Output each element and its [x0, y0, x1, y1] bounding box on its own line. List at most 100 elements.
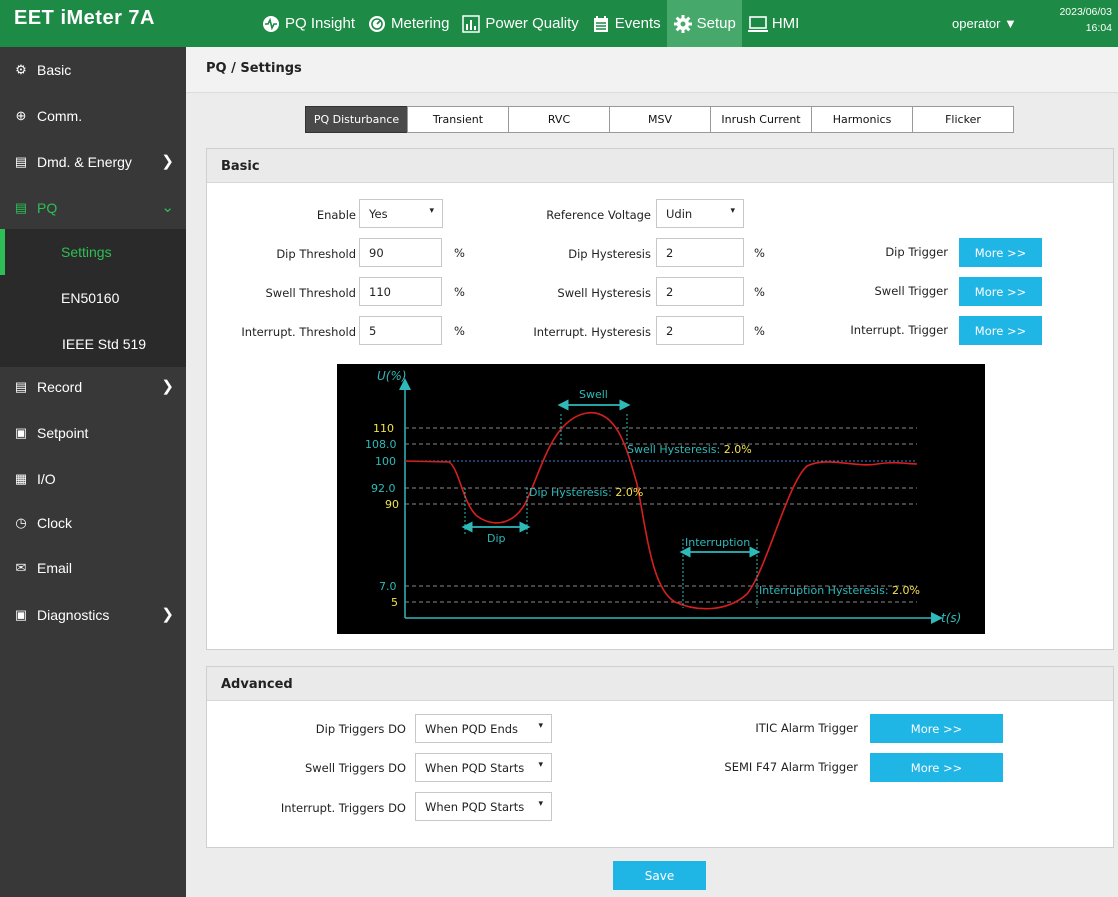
- enable-value: Yes: [369, 207, 388, 221]
- enable-select[interactable]: Yes ▾: [359, 199, 443, 228]
- tab-transient[interactable]: Transient: [407, 106, 509, 133]
- nav-label: Setup: [696, 15, 736, 32]
- nav-hmi[interactable]: HMI: [742, 0, 806, 47]
- swell-threshold-input[interactable]: 110: [359, 277, 442, 306]
- dip-threshold-input[interactable]: 90: [359, 238, 442, 267]
- sidebar-item-comm[interactable]: ⊕ Comm.: [0, 93, 186, 139]
- nav-label: Events: [614, 15, 661, 32]
- chevron-right-icon: ❯: [161, 606, 174, 623]
- chevron-right-icon: ❯: [161, 378, 174, 395]
- reference-voltage-value: Udin: [666, 207, 693, 221]
- sidebar-item-basic[interactable]: ⚙ Basic: [0, 47, 186, 93]
- sidebar-item-label: Email: [37, 560, 73, 576]
- interrupt-hysteresis-input[interactable]: 2: [656, 316, 744, 345]
- dip-hysteresis-input[interactable]: 2: [656, 238, 744, 267]
- tab-inrush-current[interactable]: Inrush Current: [710, 106, 812, 133]
- tab-pq-disturbance[interactable]: PQ Disturbance: [305, 106, 408, 133]
- swell-threshold-unit: %: [454, 285, 465, 299]
- dip-hysteresis-unit: %: [754, 246, 765, 260]
- sidebar-item-pq[interactable]: ▤ PQ ⌄: [0, 185, 186, 231]
- sidebar-subitem-label: IEEE Std 519: [62, 336, 147, 352]
- advanced-panel: Advanced Dip Triggers DO When PQD Ends ▾…: [206, 666, 1114, 848]
- interrupt-trigger-label: Interrupt. Trigger: [850, 323, 948, 337]
- interrupt-hysteresis-unit: %: [754, 324, 765, 338]
- pq-insight-icon: [261, 14, 281, 34]
- dip-label: Dip: [487, 532, 506, 545]
- interrupt-trigger-more-button[interactable]: More >>: [959, 316, 1042, 345]
- basic-icon: ⚙: [15, 62, 27, 77]
- dip-triggers-do-label: Dip Triggers DO: [315, 722, 406, 736]
- nav-label: HMI: [771, 15, 800, 32]
- interrupt-triggers-do-select[interactable]: When PQD Starts ▾: [415, 792, 552, 821]
- user-menu[interactable]: operator ▼: [952, 16, 1017, 31]
- energy-icon: ▤: [14, 154, 28, 169]
- interruption-label: Interruption: [685, 536, 750, 549]
- nav-label: PQ Insight: [285, 15, 356, 32]
- power-quality-icon: [461, 14, 481, 34]
- sidebar-item-setpoint[interactable]: ▣ Setpoint: [0, 410, 186, 456]
- sidebar-item-dmd-energy[interactable]: ▤ Dmd. & Energy ❯: [0, 139, 186, 185]
- nav-power-quality[interactable]: Power Quality: [455, 0, 584, 47]
- caret-down-icon: ▾: [538, 799, 543, 809]
- sidebar: ⚙ Basic ⊕ Comm. ▤ Dmd. & Energy ❯ ▤ PQ ⌄…: [0, 47, 186, 897]
- swell-trigger-label: Swell Trigger: [874, 284, 949, 298]
- level-5: 5: [391, 596, 398, 609]
- dip-hysteresis-label: Dip Hysteresis: [568, 247, 651, 261]
- sidebar-item-io[interactable]: ▦ I/O: [0, 456, 186, 502]
- nav-label: Power Quality: [485, 15, 579, 32]
- metering-icon: [367, 14, 387, 34]
- tab-bar: PQ Disturbance Transient RVC MSV Inrush …: [305, 106, 1014, 133]
- caret-down-icon: ▾: [538, 721, 543, 731]
- swell-trigger-more-button[interactable]: More >>: [959, 277, 1042, 306]
- swell-threshold-label: Swell Threshold: [265, 286, 356, 300]
- globe-icon: ⊕: [15, 108, 27, 123]
- swell-triggers-do-value: When PQD Starts: [425, 761, 525, 775]
- itic-alarm-more-button[interactable]: More >>: [870, 714, 1003, 743]
- tab-harmonics[interactable]: Harmonics: [811, 106, 913, 133]
- clock-icon: ◷: [15, 515, 27, 530]
- dip-hysteresis-text: Dip Hysteresis: 2.0%: [529, 486, 643, 499]
- tab-msv[interactable]: MSV: [609, 106, 711, 133]
- sidebar-subitem-en50160[interactable]: EN50160: [0, 275, 186, 321]
- tab-flicker[interactable]: Flicker: [912, 106, 1014, 133]
- level-90: 90: [385, 498, 399, 511]
- sidebar-item-clock[interactable]: ◷ Clock: [0, 500, 186, 546]
- swell-triggers-do-select[interactable]: When PQD Starts ▾: [415, 753, 552, 782]
- save-button[interactable]: Save: [613, 861, 706, 890]
- nav-pq-insight[interactable]: PQ Insight: [255, 0, 361, 47]
- level-7: 7.0: [379, 580, 397, 593]
- interrupt-hysteresis-label: Interrupt. Hysteresis: [533, 325, 651, 339]
- semi-f47-alarm-more-button[interactable]: More >>: [870, 753, 1003, 782]
- dip-triggers-do-select[interactable]: When PQD Ends ▾: [415, 714, 552, 743]
- nav-events[interactable]: Events: [585, 0, 667, 47]
- pq-icon: ▤: [14, 200, 28, 215]
- pq-threshold-diagram: U(%) t(s) 110 108.0 100 92.0 90 7.0 5 Sw…: [337, 364, 985, 634]
- swell-hysteresis-label: Swell Hysteresis: [557, 286, 651, 300]
- basic-panel-title: Basic: [207, 149, 1113, 183]
- tab-rvc[interactable]: RVC: [508, 106, 610, 133]
- brand-logo: EET iMeter 7A: [14, 7, 155, 29]
- sidebar-item-label: Diagnostics: [37, 607, 110, 623]
- sidebar-item-email[interactable]: ✉ Email: [0, 545, 186, 591]
- dip-triggers-do-value: When PQD Ends: [425, 722, 519, 736]
- nav-metering[interactable]: Metering: [361, 0, 455, 47]
- main-content: PQ / Settings PQ Disturbance Transient R…: [186, 47, 1118, 897]
- reference-voltage-select[interactable]: Udin ▾: [656, 199, 744, 228]
- swell-hysteresis-input[interactable]: 2: [656, 277, 744, 306]
- sidebar-subitem-ieee519[interactable]: IEEE Std 519: [0, 321, 186, 367]
- dip-threshold-label: Dip Threshold: [276, 247, 356, 261]
- level-100: 100: [375, 455, 396, 468]
- sidebar-item-label: Clock: [37, 515, 73, 531]
- interrupt-triggers-do-value: When PQD Starts: [425, 800, 525, 814]
- dip-trigger-more-button[interactable]: More >>: [959, 238, 1042, 267]
- sidebar-subitem-settings[interactable]: Settings: [0, 229, 186, 275]
- basic-panel: Basic Enable Yes ▾ Reference Voltage Udi…: [206, 148, 1114, 650]
- reference-voltage-label: Reference Voltage: [546, 208, 651, 222]
- level-108: 108.0: [365, 438, 397, 451]
- sidebar-item-record[interactable]: ▤ Record ❯: [0, 364, 186, 410]
- x-axis-label: t(s): [941, 611, 961, 625]
- interrupt-threshold-input[interactable]: 5: [359, 316, 442, 345]
- dip-threshold-unit: %: [454, 246, 465, 260]
- sidebar-item-diagnostics[interactable]: ▣ Diagnostics ❯: [0, 592, 186, 638]
- nav-setup[interactable]: Setup: [666, 0, 742, 47]
